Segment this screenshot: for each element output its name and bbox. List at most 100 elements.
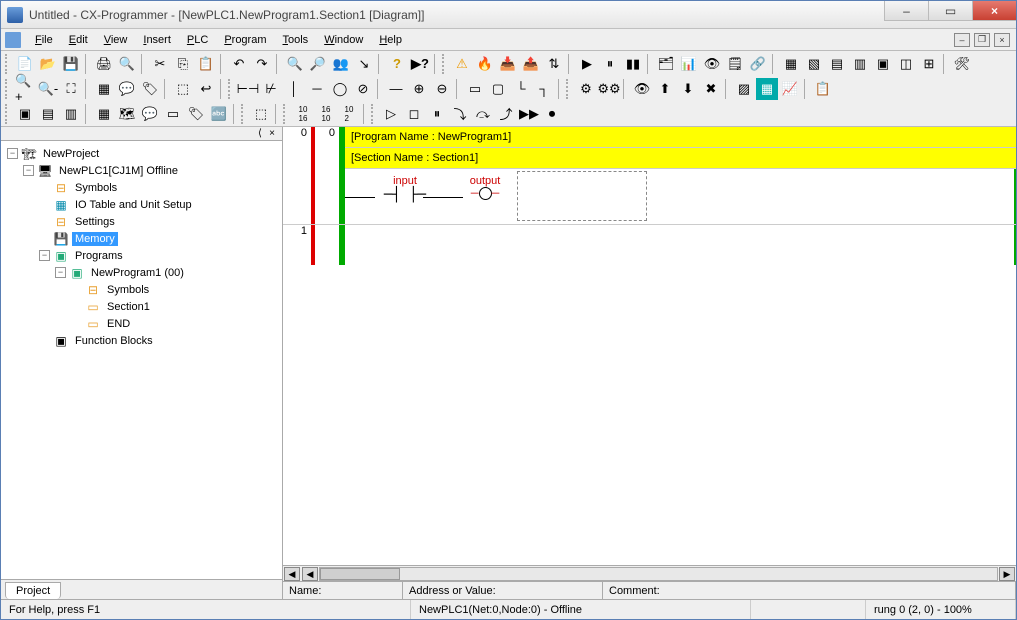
force-cancel-icon[interactable]: ✖ — [700, 78, 722, 100]
rung-0-cells[interactable]: input ─┤ ├─ output ── — [345, 169, 1016, 224]
open-file-icon[interactable]: 📂 — [37, 53, 59, 75]
coil-output[interactable]: output ── — [450, 175, 520, 200]
connect-icon[interactable]: ⊕ — [408, 78, 430, 100]
section-name-comment[interactable]: [Section Name : Section1] — [345, 148, 1016, 169]
view-address-icon[interactable]: 🗒 — [724, 53, 746, 75]
scroll-right-icon[interactable]: ▶ — [999, 567, 1015, 581]
horizontal-scrollbar[interactable]: ◀ ◀ ▶ — [283, 565, 1016, 581]
selection-box[interactable] — [517, 171, 647, 221]
scroll-track[interactable] — [319, 567, 998, 581]
step-over-icon[interactable]: ⤼ — [472, 103, 494, 125]
compile-all-icon[interactable]: ⚙⚙ — [598, 78, 620, 100]
menu-help[interactable]: Help — [371, 31, 410, 49]
line-icon[interactable]: — — [385, 78, 407, 100]
scroll-left-icon[interactable]: ◀ — [284, 567, 300, 581]
tree-prog-symbols[interactable]: ⊟ Symbols — [71, 281, 282, 298]
expander-icon[interactable]: − — [55, 267, 66, 278]
sidebar-tab-project[interactable]: Project — [5, 582, 61, 599]
instruction-icon[interactable]: ▭ — [464, 78, 486, 100]
toolbar-grip[interactable] — [5, 54, 11, 74]
paste-icon[interactable]: 📋 — [195, 53, 217, 75]
window-tile-h-icon[interactable]: ▤ — [37, 103, 59, 125]
view-ladder-icon[interactable]: ▥ — [849, 53, 871, 75]
expander-icon[interactable]: − — [39, 250, 50, 261]
rung-1-body[interactable]: 1 — [283, 225, 1016, 265]
sidebar-close-icon[interactable]: × — [266, 129, 278, 139]
print-icon[interactable]: 🖨 — [93, 53, 115, 75]
view-sfc-icon[interactable]: ◫ — [895, 53, 917, 75]
step-out-icon[interactable]: ⤴ — [495, 103, 517, 125]
toggle-view-icon[interactable]: ⬚ — [172, 78, 194, 100]
force-on-icon[interactable]: ⬆ — [654, 78, 676, 100]
tree-section1[interactable]: ▭ Section1 — [71, 298, 282, 315]
view-watch-icon[interactable]: 👁 — [701, 53, 723, 75]
toolbar-grip[interactable] — [5, 104, 11, 124]
window-maximize-button[interactable]: ▭ — [928, 1, 972, 21]
grid-icon[interactable]: ▦ — [93, 78, 115, 100]
monitor-mode-icon[interactable]: ⏸ — [599, 53, 621, 75]
tree-symbols[interactable]: ⊟ Symbols — [39, 179, 282, 196]
show-addresses-icon[interactable]: 🏷 — [185, 103, 207, 125]
window-minimize-button[interactable]: – — [884, 1, 928, 21]
address-inc-icon[interactable]: ⬚ — [250, 103, 272, 125]
rung-0-body[interactable]: input ─┤ ├─ output ── — [283, 169, 1016, 225]
show-io-map-icon[interactable]: 🗺 — [116, 103, 138, 125]
view-io-icon[interactable]: ⊞ — [918, 53, 940, 75]
ladder-viewport[interactable]: 0 0 [Program Name : NewProgram1] [Sectio… — [283, 127, 1016, 565]
contact-input[interactable]: input ─┤ ├─ — [370, 175, 440, 203]
compare-icon[interactable]: ⇅ — [543, 53, 565, 75]
show-names-icon[interactable]: 🔤 — [208, 103, 230, 125]
save-file-icon[interactable]: 💾 — [60, 53, 82, 75]
find-icon[interactable]: 🔍 — [284, 53, 306, 75]
toolbar-grip[interactable] — [371, 104, 377, 124]
step-continue-icon[interactable]: ▶▶ — [518, 103, 540, 125]
window-tile-v-icon[interactable]: ▥ — [60, 103, 82, 125]
undo-icon[interactable]: ↶ — [228, 53, 250, 75]
hex-icon[interactable]: 1016 — [292, 103, 314, 125]
rung-wrap-icon[interactable]: ↩ — [195, 78, 217, 100]
view-program-icon[interactable]: ▧ — [803, 53, 825, 75]
simulator-icon[interactable]: 🛠 — [951, 53, 973, 75]
window-cascade-icon[interactable]: ▣ — [14, 103, 36, 125]
menu-window[interactable]: Window — [316, 31, 371, 49]
tree-plc-node[interactable]: − 🖥 NewPLC1[CJ1M] Offline — [23, 162, 282, 179]
show-grid-icon[interactable]: ▦ — [93, 103, 115, 125]
tree-end[interactable]: ▭ END — [71, 315, 282, 332]
new-closed-coil-icon[interactable]: ⊘ — [352, 78, 374, 100]
time-chart-icon[interactable]: 📈 — [779, 78, 801, 100]
properties-icon[interactable]: 📋 — [812, 78, 834, 100]
new-contact-icon[interactable]: ⊢⊣ — [237, 78, 259, 100]
branch-icon[interactable]: └ — [510, 78, 532, 100]
view-mnemonic-icon[interactable]: ▤ — [826, 53, 848, 75]
bin-icon[interactable]: 102 — [338, 103, 360, 125]
show-rung-icon[interactable]: ▭ — [162, 103, 184, 125]
menu-program[interactable]: Program — [216, 31, 274, 49]
new-coil-icon[interactable]: ◯ — [329, 78, 351, 100]
expander-icon[interactable]: − — [7, 148, 18, 159]
cut-icon[interactable]: ✂ — [149, 53, 171, 75]
tree-io-table[interactable]: ▦ IO Table and Unit Setup — [39, 196, 282, 213]
transfer-to-plc-icon[interactable]: 📥 — [497, 53, 519, 75]
work-online-icon[interactable]: 🔥 — [474, 53, 496, 75]
project-tree[interactable]: − 🏗 NewProject − 🖥 NewPLC1[CJ1M] Offline — [1, 141, 282, 579]
help-icon[interactable]: ? — [386, 53, 408, 75]
find-next-icon[interactable]: 🔎 — [307, 53, 329, 75]
debug-mode-icon[interactable]: ▮▮ — [622, 53, 644, 75]
step-stop-icon[interactable]: ◻ — [403, 103, 425, 125]
mdi-minimize-button[interactable]: – — [954, 33, 970, 47]
redo-icon[interactable]: ↷ — [251, 53, 273, 75]
branch-down-icon[interactable]: ┐ — [533, 78, 555, 100]
sidebar-collapse-icon[interactable]: ⟨ — [254, 129, 266, 139]
tree-settings[interactable]: ⊟ Settings — [39, 213, 282, 230]
toolbar-grip[interactable] — [241, 104, 247, 124]
new-horizontal-icon[interactable]: ─ — [306, 78, 328, 100]
toolbar-grip[interactable] — [566, 79, 572, 99]
force-off-icon[interactable]: ⬇ — [677, 78, 699, 100]
program-name-comment[interactable]: [Program Name : NewProgram1] — [345, 127, 1016, 148]
tree-newprogram1[interactable]: − ▣ NewProgram1 (00) — [55, 264, 282, 281]
zoom-in-icon[interactable]: 🔍+ — [14, 78, 36, 100]
menu-plc[interactable]: PLC — [179, 31, 216, 49]
tree-root-newproject[interactable]: − 🏗 NewProject — [7, 145, 282, 162]
scroll-left-icon[interactable]: ◀ — [302, 567, 318, 581]
toolbar-grip[interactable] — [283, 104, 289, 124]
